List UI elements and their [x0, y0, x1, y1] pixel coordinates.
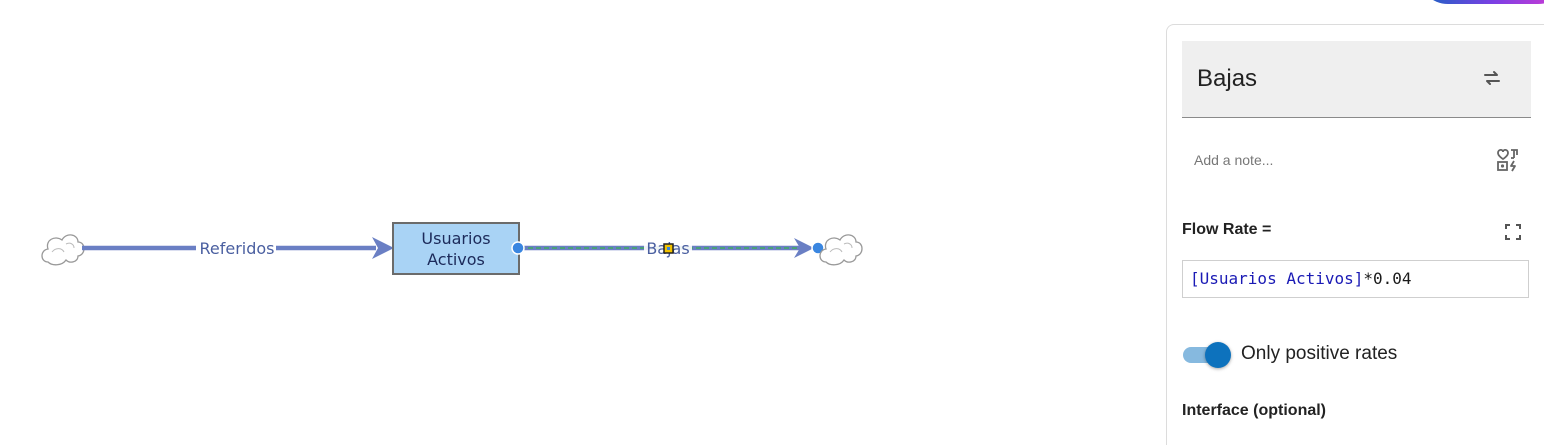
- cloud-icon[interactable]: [41, 234, 85, 266]
- interface-label: Interface (optional): [1182, 402, 1327, 419]
- stock-label-line1: Usuarios: [421, 229, 490, 248]
- cloud-icon[interactable]: [819, 234, 863, 266]
- stock-label-line2: Activos: [427, 250, 485, 269]
- equation-variable: [Usuarios Activos]: [1190, 269, 1364, 288]
- only-positive-rates-label: Only positive rates: [1241, 343, 1398, 364]
- note-input[interactable]: [1182, 147, 1486, 173]
- only-positive-rates-toggle[interactable]: [1183, 341, 1231, 368]
- diagram-svg: Referidos Usuarios Activos Bajas: [41, 222, 863, 275]
- swap-icon: [1484, 71, 1500, 85]
- flow-start-handle[interactable]: [511, 241, 525, 255]
- flow-rate-label: Flow Rate =: [1182, 221, 1272, 238]
- flow-rate-equation[interactable]: [Usuarios Activos]*0.04: [1182, 260, 1529, 298]
- equation-operator: *0.04: [1363, 269, 1412, 288]
- panel-header: Bajas: [1182, 41, 1531, 118]
- toggle-thumb: [1205, 342, 1231, 368]
- expand-icon: [1505, 224, 1521, 240]
- note-tools-icon: [1497, 148, 1518, 172]
- panel-title: Bajas: [1197, 65, 1258, 92]
- flow-referidos[interactable]: Referidos: [82, 237, 394, 259]
- flow-label-referidos: Referidos: [199, 239, 274, 258]
- flow-valve-handle[interactable]: [663, 243, 674, 254]
- properties-panel: Bajas Flow Rate = [Usuarios Activos]*0.0…: [1166, 24, 1544, 445]
- diagram-canvas[interactable]: Referidos Usuarios Activos Bajas: [0, 0, 1160, 438]
- expand-editor-button[interactable]: [1503, 222, 1523, 242]
- note-tools-button[interactable]: [1493, 144, 1523, 174]
- stock-usuarios-activos[interactable]: Usuarios Activos: [392, 222, 520, 275]
- swap-direction-button[interactable]: [1479, 65, 1505, 91]
- corner-decoration: [1418, 0, 1544, 4]
